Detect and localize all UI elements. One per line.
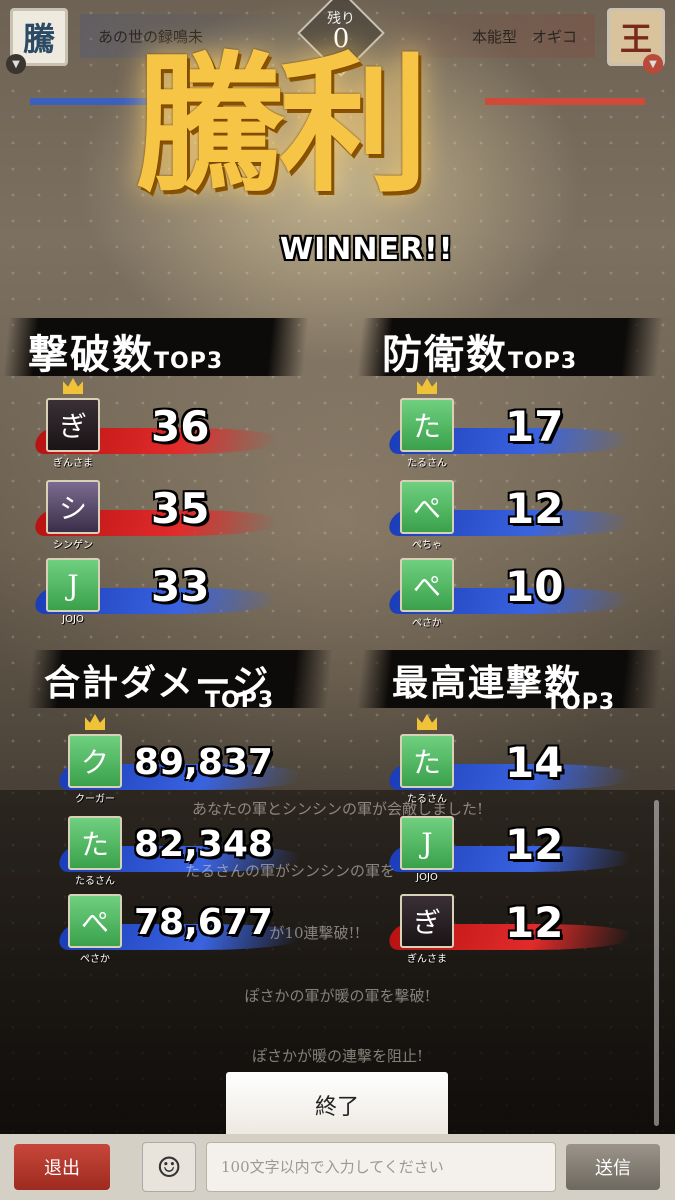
player-score: 33 bbox=[151, 562, 210, 611]
player-avatar: ぺ bbox=[400, 480, 454, 534]
ranking-row: た たるさん 17 bbox=[360, 378, 660, 478]
player-score: 12 bbox=[505, 898, 564, 947]
player-name: ぺさか bbox=[80, 954, 110, 965]
player-score: 89,837 bbox=[134, 742, 273, 783]
player-avatar: シ bbox=[46, 480, 100, 534]
player-score: 14 bbox=[505, 738, 564, 787]
kills-panel: 撃破数TOP3 ぎ ぎんさま 36 シ シンゲン 35 J JOJO 33 bbox=[2, 318, 310, 625]
player-avatar: ク bbox=[68, 734, 122, 788]
player-name: ぺちゃ bbox=[412, 540, 442, 551]
player-name: JOJO bbox=[62, 614, 84, 625]
player-avatar: た bbox=[400, 398, 454, 452]
ranking-row: シ シンゲン 35 bbox=[6, 480, 306, 560]
log-line: たるさんの軍がシンシンの軍を bbox=[184, 862, 395, 880]
chevron-down-icon[interactable]: ▼ bbox=[643, 54, 663, 74]
chat-bar: 退出 ☺ 送信 bbox=[0, 1134, 675, 1200]
crown-icon bbox=[85, 714, 105, 730]
player-avatar: ぎ bbox=[46, 398, 100, 452]
player-name: たるさん bbox=[407, 458, 447, 469]
victory-subtitle: WINNER!! bbox=[280, 232, 454, 267]
ranking-row: た たるさん 82,348 bbox=[30, 816, 330, 896]
player-avatar: ぺ bbox=[68, 894, 122, 948]
log-scrollbar[interactable] bbox=[654, 800, 659, 1126]
crown-icon bbox=[417, 714, 437, 730]
panel-title-label: 撃破数 bbox=[28, 331, 154, 378]
player-name: ぺさか bbox=[412, 618, 442, 629]
victory-banner: 騰利 WINNER!! bbox=[135, 37, 535, 267]
panel-title-label: 防衛数 bbox=[382, 331, 508, 378]
ranking-row: ぎ ぎんさま 36 bbox=[6, 378, 306, 478]
chevron-down-icon[interactable]: ▼ bbox=[6, 54, 26, 74]
victory-title: 騰利 bbox=[135, 37, 429, 213]
player-score: 17 bbox=[505, 402, 564, 451]
player-score: 12 bbox=[505, 484, 564, 533]
chat-input[interactable] bbox=[206, 1142, 556, 1192]
ranking-row: ぺ ぺさか 10 bbox=[360, 558, 660, 638]
end-button[interactable]: 終了 bbox=[226, 1072, 448, 1138]
ranking-row: J JOJO 12 bbox=[360, 816, 660, 896]
panel-title-top: TOP3 bbox=[154, 349, 224, 374]
smiley-icon[interactable]: ☺ bbox=[142, 1142, 196, 1192]
player-avatar: た bbox=[400, 734, 454, 788]
send-button[interactable]: 送信 bbox=[566, 1144, 660, 1190]
player-score: 35 bbox=[151, 484, 210, 533]
crown-icon bbox=[63, 378, 83, 394]
player-name: ぎんさま bbox=[53, 458, 93, 469]
panel-title: 撃破数TOP3 bbox=[28, 322, 223, 380]
ranking-row: ぺ ぺちゃ 12 bbox=[360, 480, 660, 560]
player-name: ぎんさま bbox=[407, 954, 447, 965]
ranking-row: J JOJO 33 bbox=[6, 558, 306, 638]
log-line: ぽさかの軍が暖の軍を撃破! bbox=[244, 987, 431, 1005]
defense-panel: 防衛数TOP3 た たるさん 17 ぺ ぺちゃ 12 ぺ ぺさか 10 bbox=[356, 318, 664, 629]
player-avatar: J bbox=[46, 558, 100, 612]
player-name: シンゲン bbox=[53, 540, 93, 551]
log-line: が10連撃破!! bbox=[269, 924, 361, 942]
crown-icon bbox=[417, 378, 437, 394]
panel-title-top: TOP3 bbox=[508, 349, 578, 374]
player-score: 10 bbox=[505, 562, 564, 611]
player-score: 36 bbox=[151, 402, 210, 451]
player-score: 82,348 bbox=[134, 824, 273, 865]
log-line: ぽさかが暖の連撃を阻止! bbox=[251, 1047, 424, 1065]
player-score: 12 bbox=[505, 820, 564, 869]
log-line: あなたの軍とシンシンの軍が会敵しました! bbox=[191, 800, 484, 818]
panel-title-top: TOP3 bbox=[546, 690, 616, 715]
panel-title-top: TOP3 bbox=[205, 688, 275, 713]
exit-button[interactable]: 退出 bbox=[14, 1144, 110, 1190]
player-avatar: ぺ bbox=[400, 558, 454, 612]
panel-title: 防衛数TOP3 bbox=[382, 322, 577, 380]
